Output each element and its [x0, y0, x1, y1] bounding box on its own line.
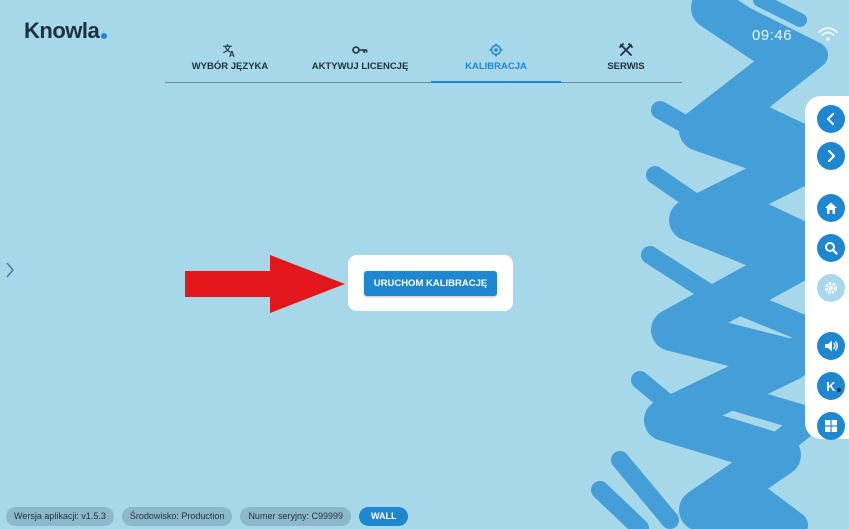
chevron-right-icon[interactable] [6, 262, 14, 283]
status-footer: Wersja aplikacji: v1.5.3 Środowisko: Pro… [6, 507, 409, 526]
windows-button[interactable] [817, 412, 845, 440]
tab-bar-divider [165, 82, 682, 83]
search-icon [825, 242, 838, 255]
tab-calibration[interactable]: KALIBRACJA [431, 41, 561, 83]
home-button[interactable] [817, 194, 845, 222]
chevron-right-icon [828, 150, 835, 162]
serial-badge: Numer seryjny: C99999 [240, 507, 351, 526]
tab-label: WYBÓR JĘZYKA [191, 61, 269, 72]
tab-language[interactable]: 文A WYBÓR JĘZYKA [165, 41, 295, 82]
red-arrow-indicator [185, 255, 347, 318]
forward-button[interactable] [817, 142, 845, 170]
volume-button[interactable] [817, 332, 845, 360]
knowla-logo: Knowla [24, 18, 108, 44]
version-badge: Wersja aplikacji: v1.5.3 [6, 507, 114, 526]
settings-button[interactable] [817, 274, 845, 302]
start-calibration-button[interactable]: URUCHOM KALIBRACJĘ [363, 270, 498, 296]
speaker-icon [824, 340, 838, 352]
target-icon [489, 41, 503, 59]
knowla-k-icon: K [826, 379, 841, 394]
tab-bar: 文A WYBÓR JĘZYKA AKTYWUJ LICENCJĘ KALIBRA… [165, 41, 682, 83]
home-icon [825, 202, 837, 214]
clock: 09:46 [752, 27, 793, 44]
side-toolbar: K [805, 96, 849, 440]
gear-icon [825, 282, 837, 294]
chevron-left-icon [827, 113, 834, 125]
tools-icon [619, 41, 633, 59]
tab-label: AKTYWUJ LICENCJĘ [311, 61, 409, 72]
svg-text:A: A [229, 50, 235, 57]
translate-icon: 文A [223, 41, 237, 59]
key-icon [352, 41, 368, 59]
tab-label: KALIBRACJA [465, 61, 527, 72]
tab-service[interactable]: SERWIS [561, 41, 691, 82]
back-button[interactable] [817, 105, 845, 133]
environment-badge: Środowisko: Production [121, 507, 233, 526]
calibration-card: URUCHOM KALIBRACJĘ [348, 255, 513, 311]
wifi-icon [817, 26, 839, 47]
search-button[interactable] [817, 234, 845, 262]
windows-icon [825, 420, 837, 432]
tab-license[interactable]: AKTYWUJ LICENCJĘ [295, 41, 425, 82]
mode-badge: WALL [358, 507, 409, 526]
tab-label: SERWIS [607, 61, 645, 72]
logo-text: Knowla [24, 18, 100, 43]
knowla-button[interactable]: K [817, 372, 845, 400]
logo-dot [101, 33, 108, 39]
